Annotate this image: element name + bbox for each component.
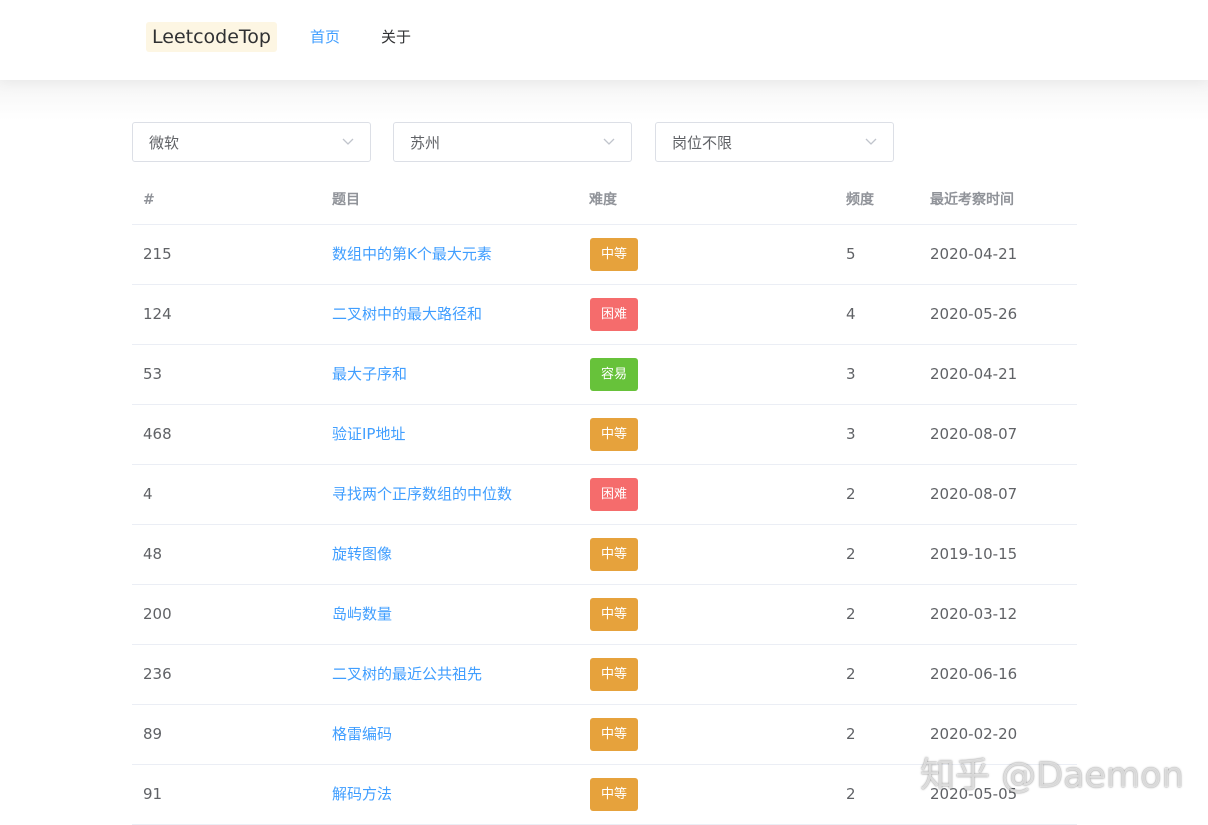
company-select-value: 微软 [149,134,180,152]
top-header: LeetcodeTop 首页 关于 [0,0,1208,80]
frequency-value: 3 [846,365,856,383]
difficulty-tag: 困难 [590,478,638,511]
table-header: # 题目 难度 频度 最近考察时间 [132,176,1077,225]
difficulty-tag: 中等 [590,718,638,751]
last-seen-date: 2020-08-07 [930,425,1018,443]
frequency-value: 2 [846,785,856,803]
difficulty-tag: 中等 [590,658,638,691]
last-seen-date: 2020-05-26 [930,305,1018,323]
frequency-value: 2 [846,665,856,683]
problem-title-link[interactable]: 旋转图像 [332,544,392,564]
problem-id: 91 [143,785,163,803]
problem-title-link[interactable]: 数组中的第K个最大元素 [332,244,492,264]
problem-title-link[interactable]: 解码方法 [332,784,392,804]
table-row: 4 寻找两个正序数组的中位数 困难 2 2020-08-07 [132,465,1077,525]
table-row: 124 二叉树中的最大路径和 困难 4 2020-05-26 [132,285,1077,345]
last-seen-date: 2020-03-12 [930,605,1018,623]
nav-about-link[interactable]: 关于 [381,27,411,47]
difficulty-tag: 中等 [590,598,638,631]
difficulty-tag: 中等 [590,538,638,571]
problem-title-link[interactable]: 二叉树中的最大路径和 [332,304,482,324]
difficulty-tag: 中等 [590,778,638,811]
difficulty-tag: 容易 [590,358,638,391]
last-seen-date: 2020-06-16 [930,665,1018,683]
difficulty-tag: 中等 [590,238,638,271]
city-select-value: 苏州 [410,134,441,152]
position-select-value: 岗位不限 [672,134,733,152]
difficulty-tag: 中等 [590,418,638,451]
table-row: 215 数组中的第K个最大元素 中等 5 2020-04-21 [132,225,1077,285]
frequency-value: 4 [846,305,856,323]
watermark: 知乎 @Daemon [920,756,1184,796]
last-seen-date: 2020-08-07 [930,485,1018,503]
chevron-down-icon [603,138,615,145]
problem-id: 200 [143,605,172,623]
difficulty-tag: 困难 [590,298,638,331]
last-seen-date: 2019-10-15 [930,545,1018,563]
table-row: 200 岛屿数量 中等 2 2020-03-12 [132,585,1077,645]
problem-id: 468 [143,425,172,443]
last-seen-date: 2020-04-21 [930,245,1018,263]
frequency-value: 5 [846,245,856,263]
problem-id: 48 [143,545,163,563]
table-row: 236 二叉树的最近公共祖先 中等 2 2020-06-16 [132,645,1077,705]
position-select[interactable]: 岗位不限 [655,122,894,162]
problem-title-link[interactable]: 格雷编码 [332,724,392,744]
city-select[interactable]: 苏州 [393,122,632,162]
last-seen-date: 2020-04-21 [930,365,1018,383]
frequency-value: 2 [846,605,856,623]
header-last-seen: 最近考察时间 [930,192,1014,208]
company-select[interactable]: 微软 [132,122,371,162]
problem-title-link[interactable]: 验证IP地址 [332,424,405,444]
table-row: 468 验证IP地址 中等 3 2020-08-07 [132,405,1077,465]
problem-id: 4 [143,485,153,503]
header-difficulty: 难度 [589,192,617,208]
header-frequency: 频度 [846,192,874,208]
header-title: 题目 [332,192,360,208]
frequency-value: 2 [846,725,856,743]
problem-title-link[interactable]: 寻找两个正序数组的中位数 [332,484,512,504]
chevron-down-icon [865,138,877,145]
problems-table: # 题目 难度 频度 最近考察时间 215 数组中的第K个最大元素 中等 5 2… [132,176,1077,825]
last-seen-date: 2020-02-20 [930,725,1018,743]
table-row: 53 最大子序和 容易 3 2020-04-21 [132,345,1077,405]
table-row: 48 旋转图像 中等 2 2019-10-15 [132,525,1077,585]
header-shadow-band [0,80,1208,120]
problem-title-link[interactable]: 二叉树的最近公共祖先 [332,664,482,684]
problem-id: 124 [143,305,172,323]
problem-title-link[interactable]: 最大子序和 [332,364,407,384]
nav-home-link[interactable]: 首页 [310,27,340,47]
chevron-down-icon [342,138,354,145]
problem-id: 89 [143,725,163,743]
frequency-value: 2 [846,485,856,503]
problem-id: 236 [143,665,172,683]
frequency-value: 2 [846,545,856,563]
site-logo[interactable]: LeetcodeTop [146,22,277,52]
problem-id: 53 [143,365,163,383]
frequency-value: 3 [846,425,856,443]
problem-title-link[interactable]: 岛屿数量 [332,604,392,624]
problem-id: 215 [143,245,172,263]
header-id: # [143,192,155,208]
